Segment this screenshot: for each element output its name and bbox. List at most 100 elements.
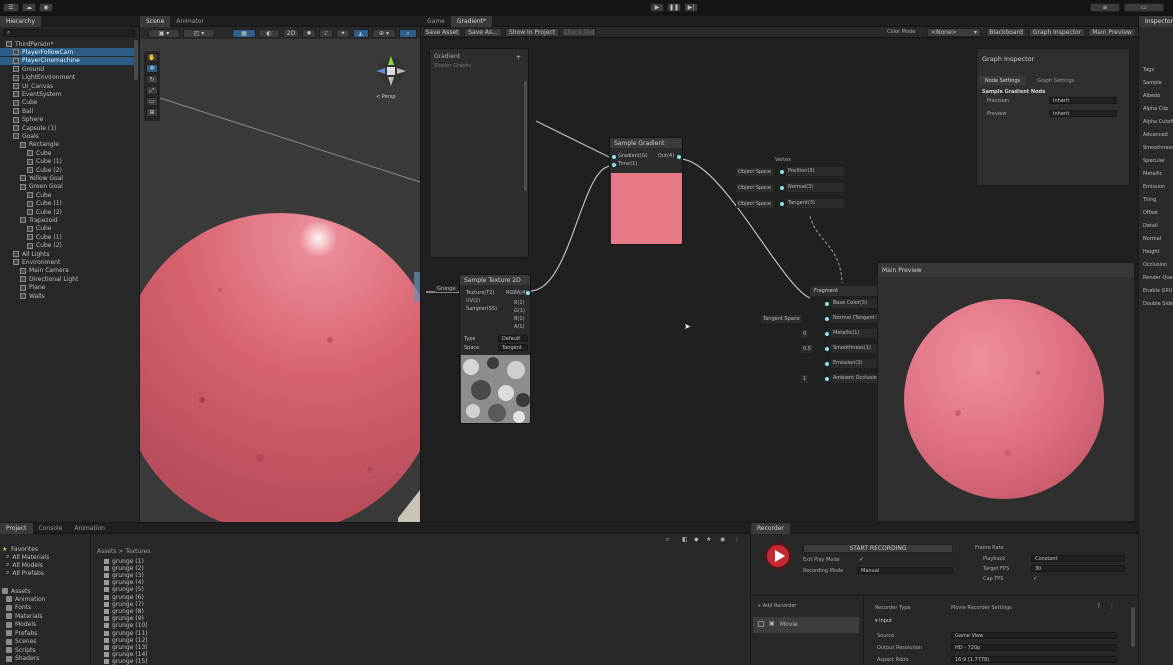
step-button[interactable]: ▶| bbox=[684, 3, 698, 12]
cap-fps-checkbox[interactable]: ✓ bbox=[1033, 575, 1038, 582]
hierarchy-item[interactable]: Cube bbox=[0, 99, 134, 107]
fragment-input-port[interactable] bbox=[825, 377, 829, 381]
vertex-input-port[interactable] bbox=[780, 186, 784, 190]
fragment-input-label[interactable]: 1 bbox=[801, 375, 809, 383]
tab-inspector[interactable]: Inspector bbox=[1139, 15, 1173, 27]
scene-camera-button[interactable]: ◭ bbox=[353, 29, 369, 38]
folder-item[interactable]: Models bbox=[6, 621, 36, 629]
hierarchy-item[interactable]: Cube (1) bbox=[0, 158, 134, 166]
hierarchy-item[interactable]: Capsule (1) bbox=[0, 124, 134, 132]
add-recorder-button[interactable]: + Add Recorder bbox=[757, 603, 796, 609]
hierarchy-item[interactable]: Ball bbox=[0, 107, 134, 115]
hierarchy-item[interactable]: Rectangle bbox=[0, 141, 134, 149]
exit-play-mode-checkbox[interactable]: ✓ bbox=[859, 556, 864, 563]
folder-item[interactable]: Animation bbox=[6, 595, 46, 603]
blackboard-scrollbar[interactable] bbox=[524, 81, 527, 191]
local-toggle[interactable]: ◰ ▾ bbox=[183, 29, 215, 38]
folder-item[interactable]: Prefabs bbox=[6, 629, 37, 637]
aspect-ratio-dropdown[interactable]: 16:9 (1.7778) bbox=[951, 656, 1117, 663]
project-divider[interactable] bbox=[90, 535, 91, 665]
recorder-help-icon[interactable]: ? bbox=[1097, 603, 1100, 610]
hierarchy-item[interactable]: Cube (2) bbox=[0, 208, 134, 216]
folder-item[interactable]: Scripts bbox=[6, 646, 36, 654]
add-property-button[interactable]: + bbox=[516, 54, 521, 61]
output-resolution-dropdown[interactable]: HD - 720p bbox=[951, 644, 1117, 651]
hierarchy-item[interactable]: Cube bbox=[0, 191, 134, 199]
hierarchy-item[interactable]: Yellow Goal bbox=[0, 174, 134, 182]
recording-mode-dropdown[interactable]: Manual bbox=[857, 567, 953, 574]
folder-item[interactable]: Fonts bbox=[6, 604, 31, 612]
account-button[interactable]: ☰ bbox=[3, 3, 19, 12]
recorder-scrollbar[interactable] bbox=[1131, 607, 1135, 647]
gizmos-button[interactable]: ⊕ ▾ bbox=[372, 29, 396, 38]
tab-node-settings[interactable]: Node Settings bbox=[979, 76, 1027, 85]
hierarchy-item[interactable]: Walls bbox=[0, 292, 134, 300]
vertex-node[interactable]: Object Space Position(3) Object Space Norma… bbox=[736, 166, 846, 214]
hierarchy-item[interactable]: UI_Canvas bbox=[0, 82, 134, 90]
scene-viewport[interactable] bbox=[140, 40, 420, 522]
collab-button[interactable]: ◉ bbox=[39, 3, 53, 12]
favorite-item[interactable]: ⌕ All Prefabs bbox=[6, 569, 44, 577]
tab-animator[interactable]: Animator bbox=[170, 16, 210, 27]
hierarchy-item[interactable]: Cube (2) bbox=[0, 166, 134, 174]
toggle-checkbox[interactable] bbox=[758, 621, 764, 627]
fragment-input-port[interactable] bbox=[825, 332, 829, 336]
hierarchy-item[interactable]: All Lights bbox=[0, 250, 134, 258]
space-dropdown[interactable]: Tangent bbox=[498, 344, 528, 351]
recorder-menu-icon[interactable]: ⋮ bbox=[1109, 603, 1115, 610]
fragment-input-port[interactable] bbox=[825, 362, 829, 366]
favorite-item[interactable]: ⌕ All Materials bbox=[6, 553, 49, 561]
layers-button[interactable]: ≡ bbox=[1090, 3, 1120, 12]
preview-sphere[interactable] bbox=[898, 293, 1110, 505]
tab-scene[interactable]: Scene bbox=[140, 16, 171, 27]
sample-texture-node[interactable]: Sample Texture 2D Texture(T2) UV(2) Samp… bbox=[459, 274, 531, 424]
blackboard-panel[interactable]: Gradient Shader Graphs + bbox=[429, 48, 529, 258]
tab-console[interactable]: Console bbox=[33, 523, 69, 534]
type-dropdown[interactable]: Default bbox=[498, 335, 528, 342]
hierarchy-item[interactable]: Main Camera bbox=[0, 267, 134, 275]
hierarchy-item[interactable]: Ground bbox=[0, 65, 134, 73]
2d-toggle[interactable]: 2D bbox=[283, 29, 299, 38]
hierarchy-item[interactable]: Trapezoid bbox=[0, 216, 134, 224]
hierarchy-item[interactable]: Environment bbox=[0, 258, 134, 266]
folder-item[interactable]: Shaders bbox=[6, 655, 39, 663]
center-toggle[interactable]: ▣ ▾ bbox=[148, 29, 180, 38]
fragment-input-port[interactable] bbox=[825, 302, 829, 306]
audio-toggle[interactable]: ♪ bbox=[319, 29, 333, 38]
hierarchy-item[interactable]: Sphere bbox=[0, 116, 134, 124]
layout-button[interactable]: ▭ bbox=[1124, 3, 1164, 12]
hierarchy-item[interactable]: Cube (2) bbox=[0, 242, 134, 250]
favorites-header[interactable]: ★ Favorites bbox=[2, 545, 38, 554]
project-search[interactable]: ⌕ ◧ ◆ ★ ◉ ⋮ bbox=[660, 536, 746, 545]
fragment-input-label[interactable]: Tangent Space bbox=[761, 315, 802, 323]
recorder-list-item[interactable]: ▣ Movie bbox=[753, 617, 859, 633]
rgba-output-port[interactable] bbox=[526, 291, 530, 295]
grid-toggle[interactable]: ▦ bbox=[232, 29, 256, 38]
precision-dropdown[interactable]: Inherit bbox=[1049, 97, 1117, 104]
gradient-input-port[interactable] bbox=[612, 155, 616, 159]
fragment-input-port[interactable] bbox=[825, 317, 829, 321]
play-button[interactable]: ▶ bbox=[650, 3, 664, 12]
folder-item[interactable]: Materials bbox=[6, 612, 43, 620]
tab-recorder[interactable]: Recorder bbox=[751, 522, 790, 534]
main-preview-panel[interactable]: Main Preview bbox=[877, 262, 1135, 522]
target-fps-dropdown[interactable]: 30 bbox=[1031, 565, 1125, 572]
favorite-item[interactable]: ⌕ All Models bbox=[6, 561, 43, 569]
folder-item[interactable]: Scenes bbox=[6, 638, 36, 646]
hierarchy-item[interactable]: PlayerCinemachine bbox=[0, 56, 134, 65]
assets-header[interactable]: Assets bbox=[2, 587, 31, 595]
time-input-port[interactable] bbox=[612, 163, 616, 167]
hierarchy-item[interactable]: Cube bbox=[0, 149, 134, 157]
fragment-input-port[interactable] bbox=[825, 347, 829, 351]
tab-project[interactable]: Project bbox=[0, 522, 33, 534]
out-port[interactable] bbox=[677, 155, 681, 159]
lighting-toggle[interactable]: ✹ bbox=[302, 29, 316, 38]
preview-dropdown[interactable]: Inherit bbox=[1049, 110, 1117, 117]
hierarchy-item[interactable]: EventSystem bbox=[0, 90, 134, 98]
input-section-header[interactable]: ▾ Input bbox=[875, 618, 892, 624]
tab-animation[interactable]: Animation bbox=[68, 523, 111, 534]
draw-mode-button[interactable]: ◐ bbox=[258, 29, 280, 38]
hierarchy-item[interactable]: LightEnvironment bbox=[0, 74, 134, 82]
tab-graph-settings[interactable]: Graph Settings bbox=[1031, 76, 1080, 85]
playback-dropdown[interactable]: Constant bbox=[1031, 555, 1125, 562]
